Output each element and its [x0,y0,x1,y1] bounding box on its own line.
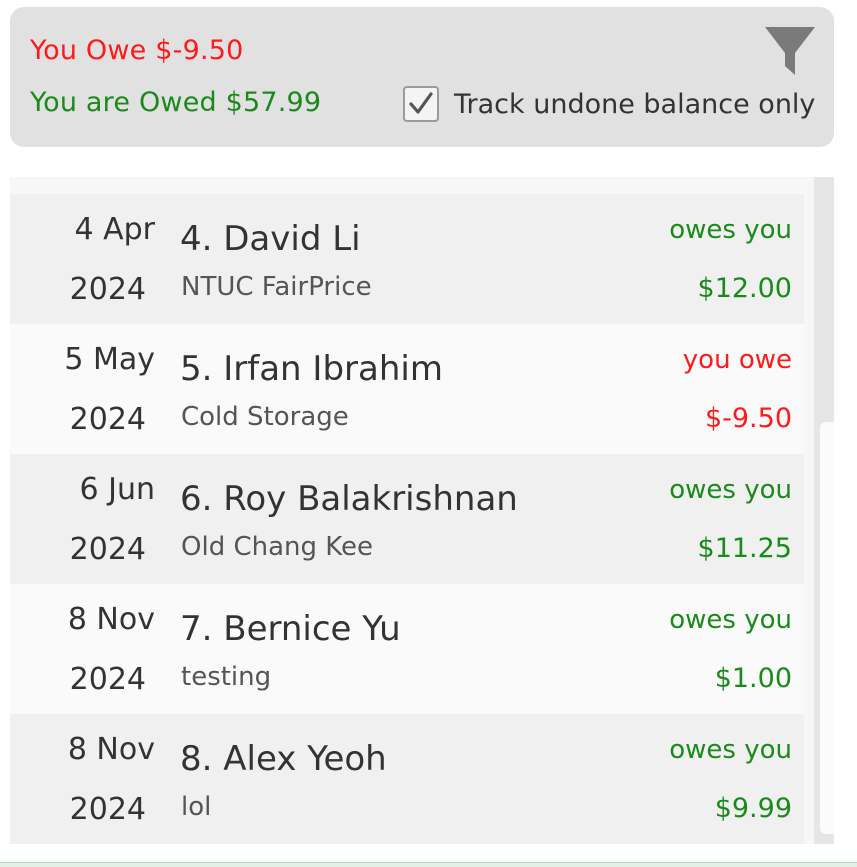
track-undone-checkbox[interactable] [403,86,439,122]
transaction-date-year: 2024 [69,402,146,437]
transaction-amount: $1.00 [714,663,792,694]
transaction-merchant: Cold Storage [181,402,349,432]
transaction-status: owes you [669,475,792,505]
transaction-merchant: lol [181,792,212,822]
transaction-row[interactable]: 4 Apr 2024 4. David Li NTUC FairPrice ow… [10,194,804,324]
transaction-row[interactable]: 6 Jun 2024 6. Roy Balakrishnan Old Chang… [10,454,804,584]
you-are-owed-total: You are Owed $57.99 [30,87,322,118]
transaction-merchant: NTUC FairPrice [181,272,372,302]
bottom-edge-strip [0,862,857,867]
transaction-person-name: 5. Irfan Ibrahim [180,349,443,389]
list-scrollbar[interactable] [814,177,834,844]
track-undone-label: Track undone balance only [454,88,816,120]
transaction-date-year: 2024 [69,532,146,567]
transaction-date-year: 2024 [69,792,146,827]
transaction-amount: $11.25 [697,533,792,564]
you-owe-total: You Owe $-9.50 [30,35,244,66]
transaction-row[interactable]: 8 Nov 2024 7. Bernice Yu testing owes yo… [10,584,804,714]
transaction-date-day: 8 Nov [67,602,155,637]
transaction-person-name: 4. David Li [180,219,361,259]
transaction-list[interactable]: 4 Apr 2024 4. David Li NTUC FairPrice ow… [10,177,834,844]
transaction-amount: $12.00 [697,273,792,304]
balance-summary-panel: You Owe $-9.50 You are Owed $57.99 Track… [10,7,834,147]
transaction-list-items: 4 Apr 2024 4. David Li NTUC FairPrice ow… [10,194,804,844]
balance-app: You Owe $-9.50 You are Owed $57.99 Track… [0,0,857,867]
transaction-status: owes you [669,605,792,635]
transaction-row[interactable]: 8 Nov 2024 8. Alex Yeoh lol owes you $9.… [10,714,804,844]
transaction-person-name: 7. Bernice Yu [180,609,401,649]
transaction-amount: $9.99 [714,793,792,824]
checkmark-icon [409,92,433,114]
transaction-date-day: 4 Apr [74,212,155,247]
transaction-date-day: 5 May [64,342,155,377]
transaction-date-day: 6 Jun [79,472,156,507]
transaction-status: owes you [669,735,792,765]
transaction-person-name: 8. Alex Yeoh [180,739,387,779]
transaction-amount: $-9.50 [704,403,792,434]
transaction-row[interactable]: 5 May 2024 5. Irfan Ibrahim Cold Storage… [10,324,804,454]
transaction-date-year: 2024 [69,662,146,697]
transaction-date-year: 2024 [69,272,146,307]
transaction-merchant: Old Chang Kee [181,532,374,562]
track-undone-toggle[interactable]: Track undone balance only [403,86,815,122]
transaction-merchant: testing [181,662,272,692]
transaction-person-name: 6. Roy Balakrishnan [180,479,518,519]
transaction-status: owes you [669,215,792,245]
transaction-status: you owe [682,345,792,375]
filter-icon[interactable] [764,25,816,77]
list-scrollbar-thumb[interactable] [820,422,834,834]
transaction-date-day: 8 Nov [67,732,155,767]
